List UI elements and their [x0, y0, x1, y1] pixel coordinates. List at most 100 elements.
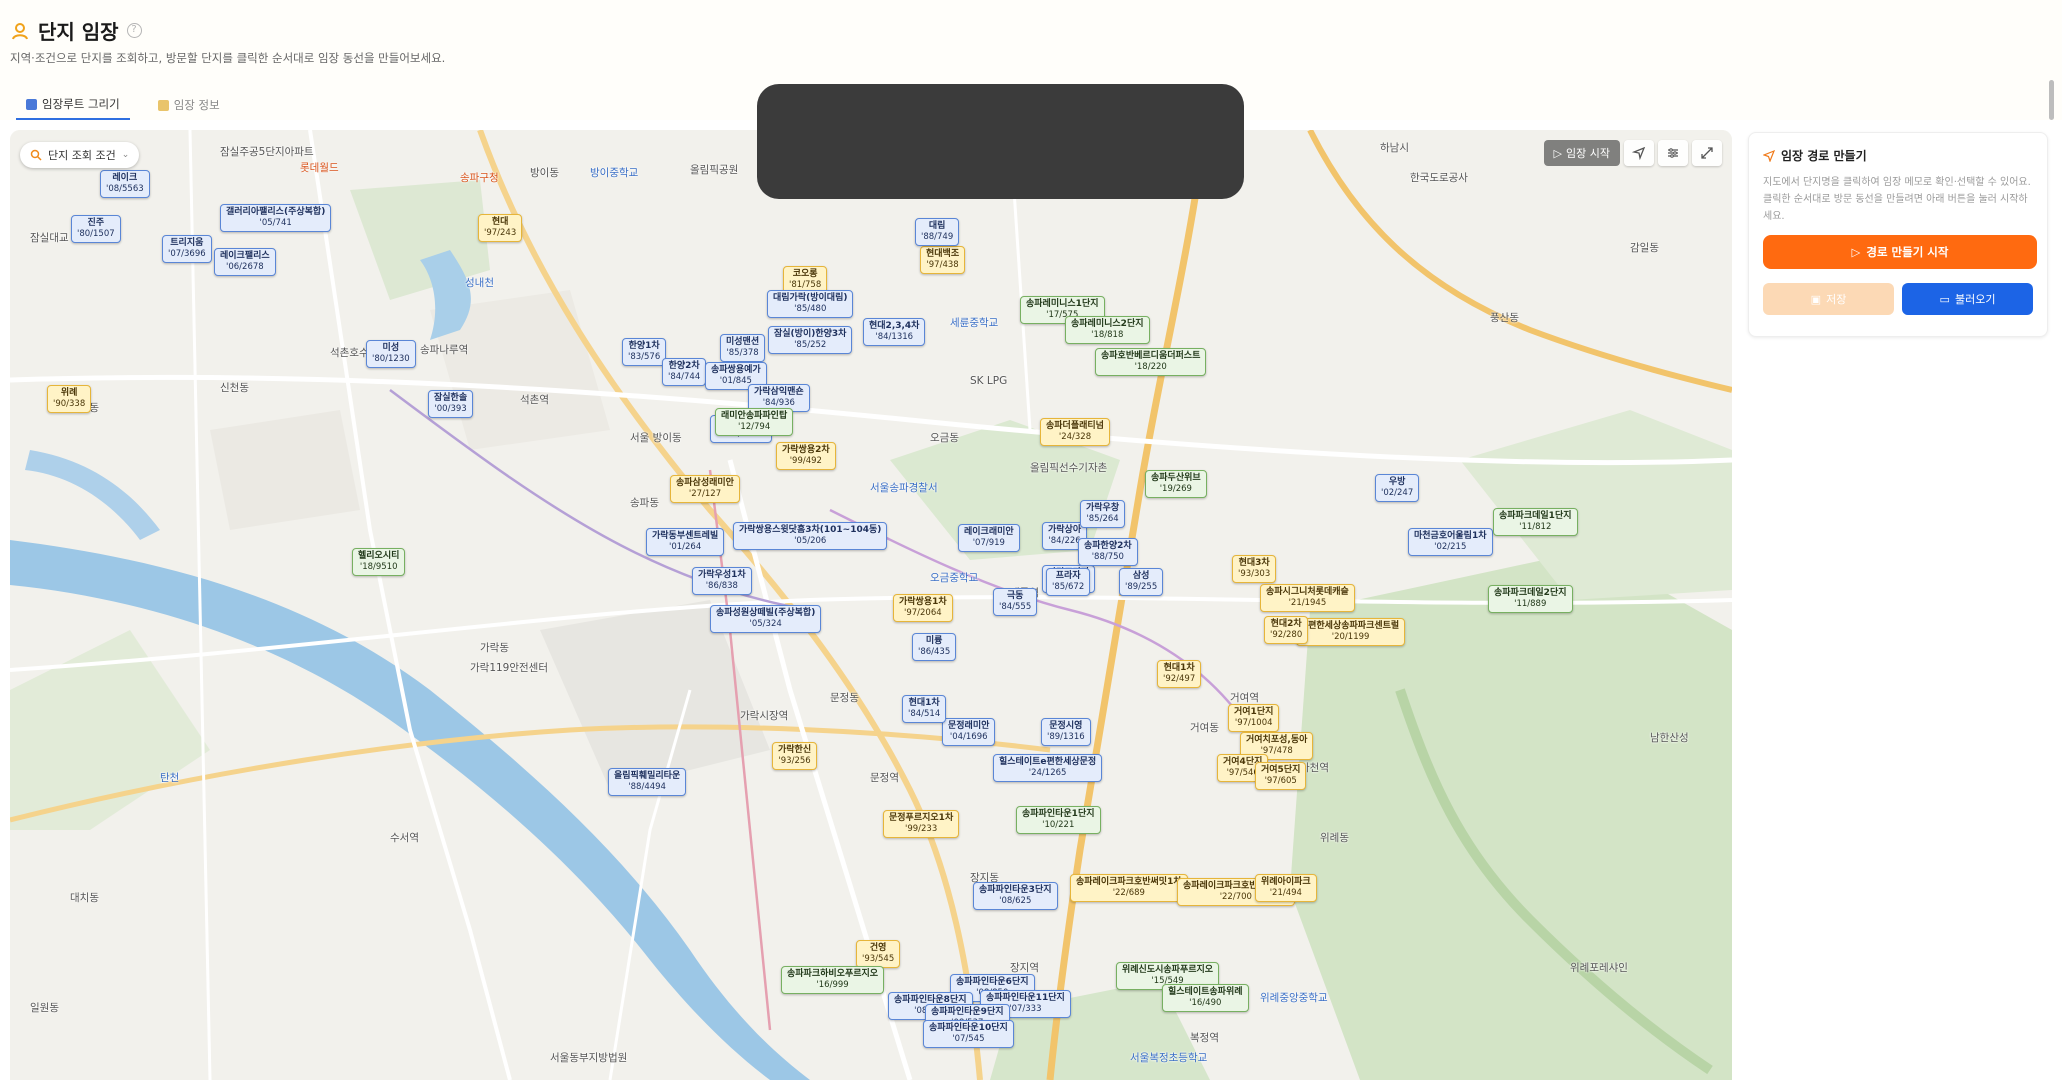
- apartment-marker[interactable]: 힐스테이트송파위례 '16/490: [1162, 984, 1249, 1012]
- route-panel: 임장 경로 만들기 지도에서 단지명을 클릭하여 임장 메모로 확인·선택할 수…: [1748, 132, 2048, 337]
- apartment-marker[interactable]: 현대1차 '92/497: [1157, 660, 1202, 688]
- apartment-marker[interactable]: 문정푸르지오1차 '99/233: [883, 810, 960, 838]
- save-button[interactable]: ▣ 저장: [1763, 283, 1894, 315]
- apartment-marker[interactable]: 현대백조 '97/438: [920, 246, 966, 274]
- apartment-marker[interactable]: 송파시그니처롯데캐슬 '21/1945: [1260, 584, 1355, 612]
- apartment-marker[interactable]: 잠실(방이)한양3차 '85/252: [768, 326, 853, 354]
- apartment-marker[interactable]: 프라자 '85/672: [1046, 568, 1091, 596]
- marker-name: 송파파인타운6단지: [956, 977, 1029, 987]
- apartment-marker[interactable]: 극동 '84/555: [993, 588, 1038, 616]
- start-visit-button[interactable]: ▷ 임장 시작: [1543, 140, 1620, 166]
- apartment-marker[interactable]: 미륭 '86/435: [912, 633, 957, 661]
- apartment-marker[interactable]: 송파두산위브 '19/269: [1145, 470, 1207, 498]
- apartment-marker[interactable]: 트리지움 '07/3696: [162, 235, 212, 263]
- apartment-marker[interactable]: 가락한신 '93/256: [772, 742, 818, 770]
- apartment-marker[interactable]: 헬리오시티 '18/9510: [352, 548, 406, 576]
- play-icon: ▷: [1851, 245, 1861, 259]
- apartment-marker[interactable]: 가락쌍용스윗닷홈3차(101~104동) '05/206: [733, 522, 888, 550]
- apartment-marker[interactable]: 가락우창 '85/264: [1080, 500, 1126, 528]
- fullscreen-button[interactable]: [1692, 140, 1722, 166]
- apartment-marker[interactable]: 송파파크하비오푸르지오 '16/999: [781, 966, 885, 994]
- apartment-marker[interactable]: 올림픽훼밀리타운 '88/4494: [608, 768, 687, 796]
- search-icon: [30, 149, 42, 161]
- apartment-marker[interactable]: 문정래미안 '04/1696: [942, 718, 996, 746]
- apartment-marker[interactable]: 송파파인타운3단지 '08/625: [973, 882, 1058, 910]
- search-condition-button[interactable]: 단지 조회 조건 ⌄: [20, 142, 140, 168]
- marker-year-units: '83/576: [628, 352, 661, 362]
- marker-name: 송파레미니스2단지: [1071, 319, 1144, 329]
- apartment-marker[interactable]: 위례 '90/338: [47, 385, 92, 413]
- marker-name: 현대1차: [908, 698, 940, 708]
- apartment-marker[interactable]: 가락쌍용1차 '97/2064: [893, 594, 953, 622]
- tab-bar: 임장루트 그리기 임장 정보: [16, 90, 230, 120]
- apartment-marker[interactable]: 송파레미니스2단지 '18/818: [1065, 316, 1150, 344]
- apartment-marker[interactable]: 현대3차 '93/303: [1232, 555, 1277, 583]
- apartment-marker[interactable]: 송파파인타운1단지 '10/221: [1016, 806, 1101, 834]
- marker-year-units: '93/256: [778, 756, 811, 766]
- apartment-marker[interactable]: 송파삼성래미안 '27/127: [670, 475, 740, 503]
- apartment-marker[interactable]: 진주 '80/1507: [71, 215, 121, 243]
- apartment-marker[interactable]: 대림 '88/749: [915, 218, 960, 246]
- apartment-marker[interactable]: 건영 '93/545: [856, 940, 901, 968]
- memo-icon: [157, 99, 169, 111]
- marker-name: 미성: [382, 343, 400, 353]
- apartment-marker[interactable]: 레이크팰리스 '06/2678: [214, 248, 276, 276]
- apartment-marker[interactable]: 위례아이파크 '21/494: [1255, 874, 1317, 902]
- apartment-marker[interactable]: 송파성원상떼빌(주상복합) '05/324: [710, 605, 822, 633]
- marker-year-units: '18/9510: [359, 562, 398, 572]
- apartment-marker[interactable]: 문정시영 '89/1316: [1041, 718, 1091, 746]
- marker-year-units: '86/435: [918, 647, 951, 657]
- apartment-marker[interactable]: 송파더플래티넘 '24/328: [1040, 418, 1110, 446]
- apartment-marker[interactable]: 송파호반베르디움더퍼스트 '18/220: [1095, 348, 1207, 376]
- apartment-marker[interactable]: 갤러리아팰리스(주상복합) '05/741: [220, 204, 332, 232]
- apartment-marker[interactable]: 송파파크데일2단지 '11/889: [1488, 585, 1573, 613]
- apartment-marker[interactable]: 우방 '02/247: [1375, 474, 1420, 502]
- apartment-marker[interactable]: e편한세상송파파크센트럴 '20/1199: [1296, 618, 1406, 646]
- marker-year-units: '99/492: [789, 456, 822, 466]
- apartment-marker[interactable]: 래미안송파파인탑 '12/794: [715, 408, 794, 436]
- apartment-marker[interactable]: 한양1차 '83/576: [622, 338, 667, 366]
- title-row: 단지 임장 ?: [10, 16, 142, 45]
- apartment-marker[interactable]: 거여5단지 '97/605: [1255, 762, 1307, 790]
- tab-route-drawing[interactable]: 임장루트 그리기: [16, 90, 130, 120]
- apartment-marker[interactable]: 현대 '97/243: [478, 214, 523, 242]
- folder-icon: ▭: [1939, 292, 1950, 306]
- apartment-marker[interactable]: 현대1차 '84/514: [902, 695, 947, 723]
- apartment-marker[interactable]: 힐스테이트e편한세상문정 '24/1265: [993, 754, 1103, 782]
- apartment-marker[interactable]: 레이크 '08/5563: [100, 170, 150, 198]
- apartment-marker[interactable]: 마천금호어울림1차 '02/215: [1408, 528, 1493, 556]
- map-canvas[interactable]: 잠실주공5단지아파트 송파구청 롯데월드 잠실대교 방이동 방이중학교 올림픽공…: [10, 130, 1732, 1080]
- help-icon[interactable]: ?: [126, 23, 142, 38]
- apartment-marker[interactable]: 미성 '80/1230: [366, 340, 416, 368]
- apartment-marker[interactable]: 미성맨션 '85/378: [720, 334, 766, 362]
- apartment-marker[interactable]: 거여1단지 '97/1004: [1228, 704, 1280, 732]
- tab-visit-info[interactable]: 임장 정보: [148, 90, 230, 120]
- marker-name: 우방: [1388, 477, 1406, 487]
- map-icon: [26, 98, 37, 110]
- apartment-marker[interactable]: 가락우성1차 '86/838: [692, 567, 752, 595]
- page-scrollbar[interactable]: [2049, 80, 2054, 120]
- locate-button[interactable]: [1624, 140, 1654, 166]
- marker-year-units: '08/625: [999, 896, 1032, 906]
- apartment-marker[interactable]: 송파파인타운10단지 '07/545: [923, 1020, 1014, 1048]
- filter-button[interactable]: [1658, 140, 1688, 166]
- apartment-marker[interactable]: 한양2차 '84/744: [662, 358, 707, 386]
- apartment-marker[interactable]: 레이크래미안 '07/919: [958, 524, 1020, 552]
- apartment-marker[interactable]: 가락동부센트레빌 '01/264: [646, 528, 725, 556]
- load-button[interactable]: ▭ 불러오기: [1902, 283, 2033, 315]
- apartment-marker[interactable]: 대림가락(방이대림) '85/480: [767, 290, 854, 318]
- apartment-marker[interactable]: 현대2,3,4차 '84/1316: [863, 318, 926, 346]
- marker-year-units: '84/744: [668, 372, 701, 382]
- apartment-marker[interactable]: 삼성 '89/255: [1119, 568, 1164, 596]
- marker-name: 문정래미안: [948, 721, 990, 731]
- marker-name: 거여1단지: [1234, 707, 1274, 717]
- apartment-marker[interactable]: 가락쌍용2차 '99/492: [776, 442, 836, 470]
- apartment-marker[interactable]: 잠실한솔 '00/393: [428, 390, 474, 418]
- marker-year-units: '18/818: [1091, 330, 1124, 340]
- apartment-marker[interactable]: 현대2차 '92/280: [1264, 616, 1309, 644]
- apartment-marker[interactable]: 송파한양2차 '88/750: [1078, 538, 1138, 566]
- apartment-marker[interactable]: 송파레이크파크호반써밋1차 '22/689: [1070, 874, 1188, 902]
- apartment-marker[interactable]: 송파파크데일1단지 '11/812: [1493, 508, 1578, 536]
- chevron-down-icon: ⌄: [121, 150, 130, 160]
- start-route-button[interactable]: ▷ 경로 만들기 시작: [1763, 235, 2037, 269]
